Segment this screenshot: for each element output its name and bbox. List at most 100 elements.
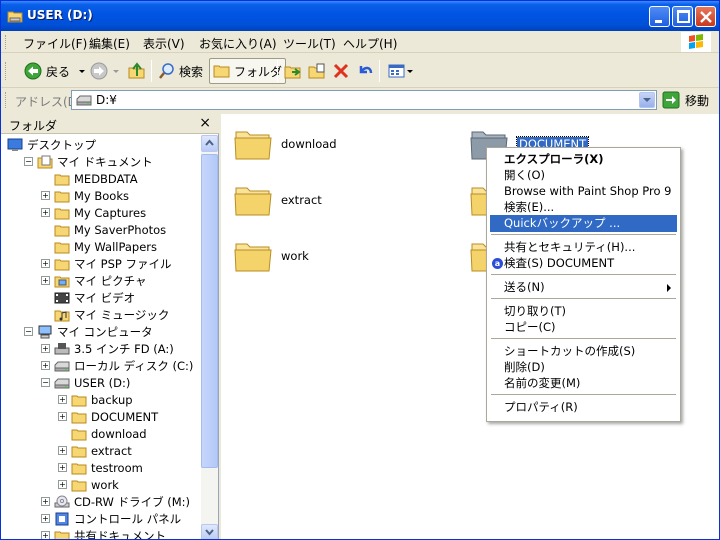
expand-toggle[interactable]: + (41, 497, 50, 506)
close-button[interactable] (695, 6, 716, 27)
context-menu-item-label: 検索(E)... (504, 200, 555, 214)
expand-toggle[interactable]: + (41, 191, 50, 200)
menu-file[interactable]: ファイル(F) (23, 35, 87, 52)
hard-drive-icon (76, 95, 92, 106)
expand-toggle[interactable]: + (41, 531, 50, 539)
minimize-button[interactable] (649, 6, 670, 27)
scroll-down-button[interactable] (201, 524, 218, 539)
scroll-up-button[interactable] (201, 135, 218, 152)
context-menu-item-label: 開く(O) (504, 168, 546, 182)
tree-item[interactable]: + work (58, 476, 119, 493)
folders-pane-title: フォルダ (9, 119, 58, 133)
tree-item[interactable]: + backup (58, 391, 133, 408)
tree-item[interactable]: + My Books (41, 187, 129, 204)
tree-item[interactable]: マイ ビデオ (41, 289, 135, 306)
address-dropdown-button[interactable] (639, 92, 655, 108)
tree-item[interactable]: − マイ ドキュメント (24, 153, 153, 170)
context-menu-item[interactable]: コピー(C) (490, 319, 677, 336)
tree-item[interactable]: + 共有ドキュメント (41, 527, 166, 539)
context-menu-item[interactable]: 検索(E)... (490, 199, 677, 216)
address-input[interactable]: D:¥ (71, 90, 657, 110)
collapse-toggle[interactable]: − (24, 327, 33, 336)
tree-item[interactable]: My WallPapers (41, 238, 157, 255)
views-button[interactable] (385, 58, 417, 84)
context-menu-item[interactable]: ショートカットの作成(S) (490, 343, 677, 360)
expand-toggle[interactable]: + (58, 412, 67, 421)
menu-edit[interactable]: 編集(E) (89, 35, 130, 52)
address-grip[interactable] (5, 92, 8, 108)
context-menu-item[interactable]: 共有とセキュリティ(H)... (490, 239, 677, 256)
copy-to-button[interactable] (305, 58, 331, 84)
context-menu-item-label: コピー(C) (504, 320, 556, 334)
tree-item[interactable]: + コントロール パネル (41, 510, 181, 527)
forward-button[interactable] (87, 58, 124, 84)
folder-item[interactable]: work (233, 238, 309, 274)
context-menu-item[interactable]: Browse with Paint Shop Pro 9 (490, 183, 677, 200)
tree-item[interactable]: + ローカル ディスク (C:) (41, 357, 193, 374)
collapse-toggle[interactable]: − (24, 157, 33, 166)
expand-toggle[interactable]: + (41, 276, 50, 285)
menu-view[interactable]: 表示(V) (143, 35, 185, 52)
tree-item-label: extract (91, 443, 132, 458)
tree-item[interactable]: + testroom (58, 459, 143, 476)
menu-grip[interactable] (5, 35, 8, 49)
context-menu-item[interactable]: Quickバックアップ ... (490, 215, 677, 232)
title-bar[interactable]: USER (D:) (1, 1, 719, 31)
context-menu-item[interactable]: 削除(D) (490, 359, 677, 376)
undo-button[interactable] (353, 58, 377, 84)
maximize-button[interactable] (672, 6, 693, 27)
tree-item[interactable]: + マイ PSP ファイル (41, 255, 171, 272)
context-menu-item[interactable]: 切り取り(T) (490, 303, 677, 320)
folder-icon (71, 446, 87, 457)
toolbar-grip[interactable] (5, 62, 8, 80)
expand-toggle[interactable]: + (41, 344, 50, 353)
back-button[interactable]: 戻る (21, 58, 91, 84)
move-to-button[interactable] (281, 58, 307, 84)
context-menu-item[interactable]: プロパティ(R) (490, 399, 677, 416)
folder-icon (213, 65, 230, 78)
tree-item[interactable]: マイ ミュージック (41, 306, 169, 323)
tree-item[interactable]: − マイ コンピュータ (24, 323, 153, 340)
expand-toggle[interactable]: + (41, 208, 50, 217)
tree-item[interactable]: My SaverPhotos (41, 221, 166, 238)
tree-item[interactable]: MEDBDATA (41, 170, 138, 187)
expand-toggle[interactable]: + (58, 463, 67, 472)
context-menu-item-label: 送る(N) (504, 280, 545, 294)
folder-tree-scrollbar[interactable] (201, 135, 218, 539)
go-button[interactable]: 移動 (662, 91, 709, 109)
scroll-thumb[interactable] (201, 154, 218, 468)
tree-item[interactable]: download (58, 425, 147, 442)
context-menu-item[interactable]: エクスプローラ(X) (490, 151, 677, 168)
context-menu-item[interactable]: 名前の変更(M) (490, 375, 677, 392)
tree-item[interactable]: + マイ ピクチャ (41, 272, 147, 289)
context-menu-item[interactable]: 開く(O) (490, 167, 677, 184)
search-button[interactable]: 検索 (155, 58, 206, 84)
menu-tools[interactable]: ツール(T) (283, 35, 336, 52)
folders-button[interactable]: フォルダ (209, 58, 287, 84)
menu-help[interactable]: ヘルプ(H) (343, 35, 397, 52)
expand-toggle[interactable]: + (58, 480, 67, 489)
tree-item[interactable]: + extract (58, 442, 132, 459)
folder-item[interactable]: download (233, 126, 337, 162)
expand-toggle[interactable]: + (58, 395, 67, 404)
tree-item[interactable]: + DOCUMENT (58, 408, 158, 425)
tree-item[interactable]: + My Captures (41, 204, 146, 221)
delete-button[interactable] (329, 58, 353, 84)
expand-toggle[interactable]: + (41, 259, 50, 268)
folder-item[interactable]: extract (233, 182, 322, 218)
expand-toggle[interactable]: + (58, 446, 67, 455)
tree-item[interactable]: デスクトップ (7, 136, 96, 153)
menu-favorites[interactable]: お気に入り(A) (199, 35, 277, 52)
tree-item-label: My Books (74, 188, 129, 203)
expand-toggle[interactable]: + (41, 514, 50, 523)
context-menu-item[interactable]: a 検査(S) DOCUMENT (490, 255, 677, 272)
chevron-down-icon (643, 98, 651, 102)
tree-item[interactable]: +3.5 インチ FD (A:) (41, 340, 174, 357)
up-folder-button[interactable] (125, 58, 149, 84)
expand-toggle[interactable]: + (41, 361, 50, 370)
tree-item[interactable]: − USER (D:) (41, 374, 130, 391)
tree-item[interactable]: + CD-RW ドライブ (M:) (41, 493, 190, 510)
collapse-toggle[interactable]: − (41, 378, 50, 387)
folders-pane-close-button[interactable]: × (199, 115, 211, 131)
context-menu-item[interactable]: 送る(N) (490, 279, 677, 296)
